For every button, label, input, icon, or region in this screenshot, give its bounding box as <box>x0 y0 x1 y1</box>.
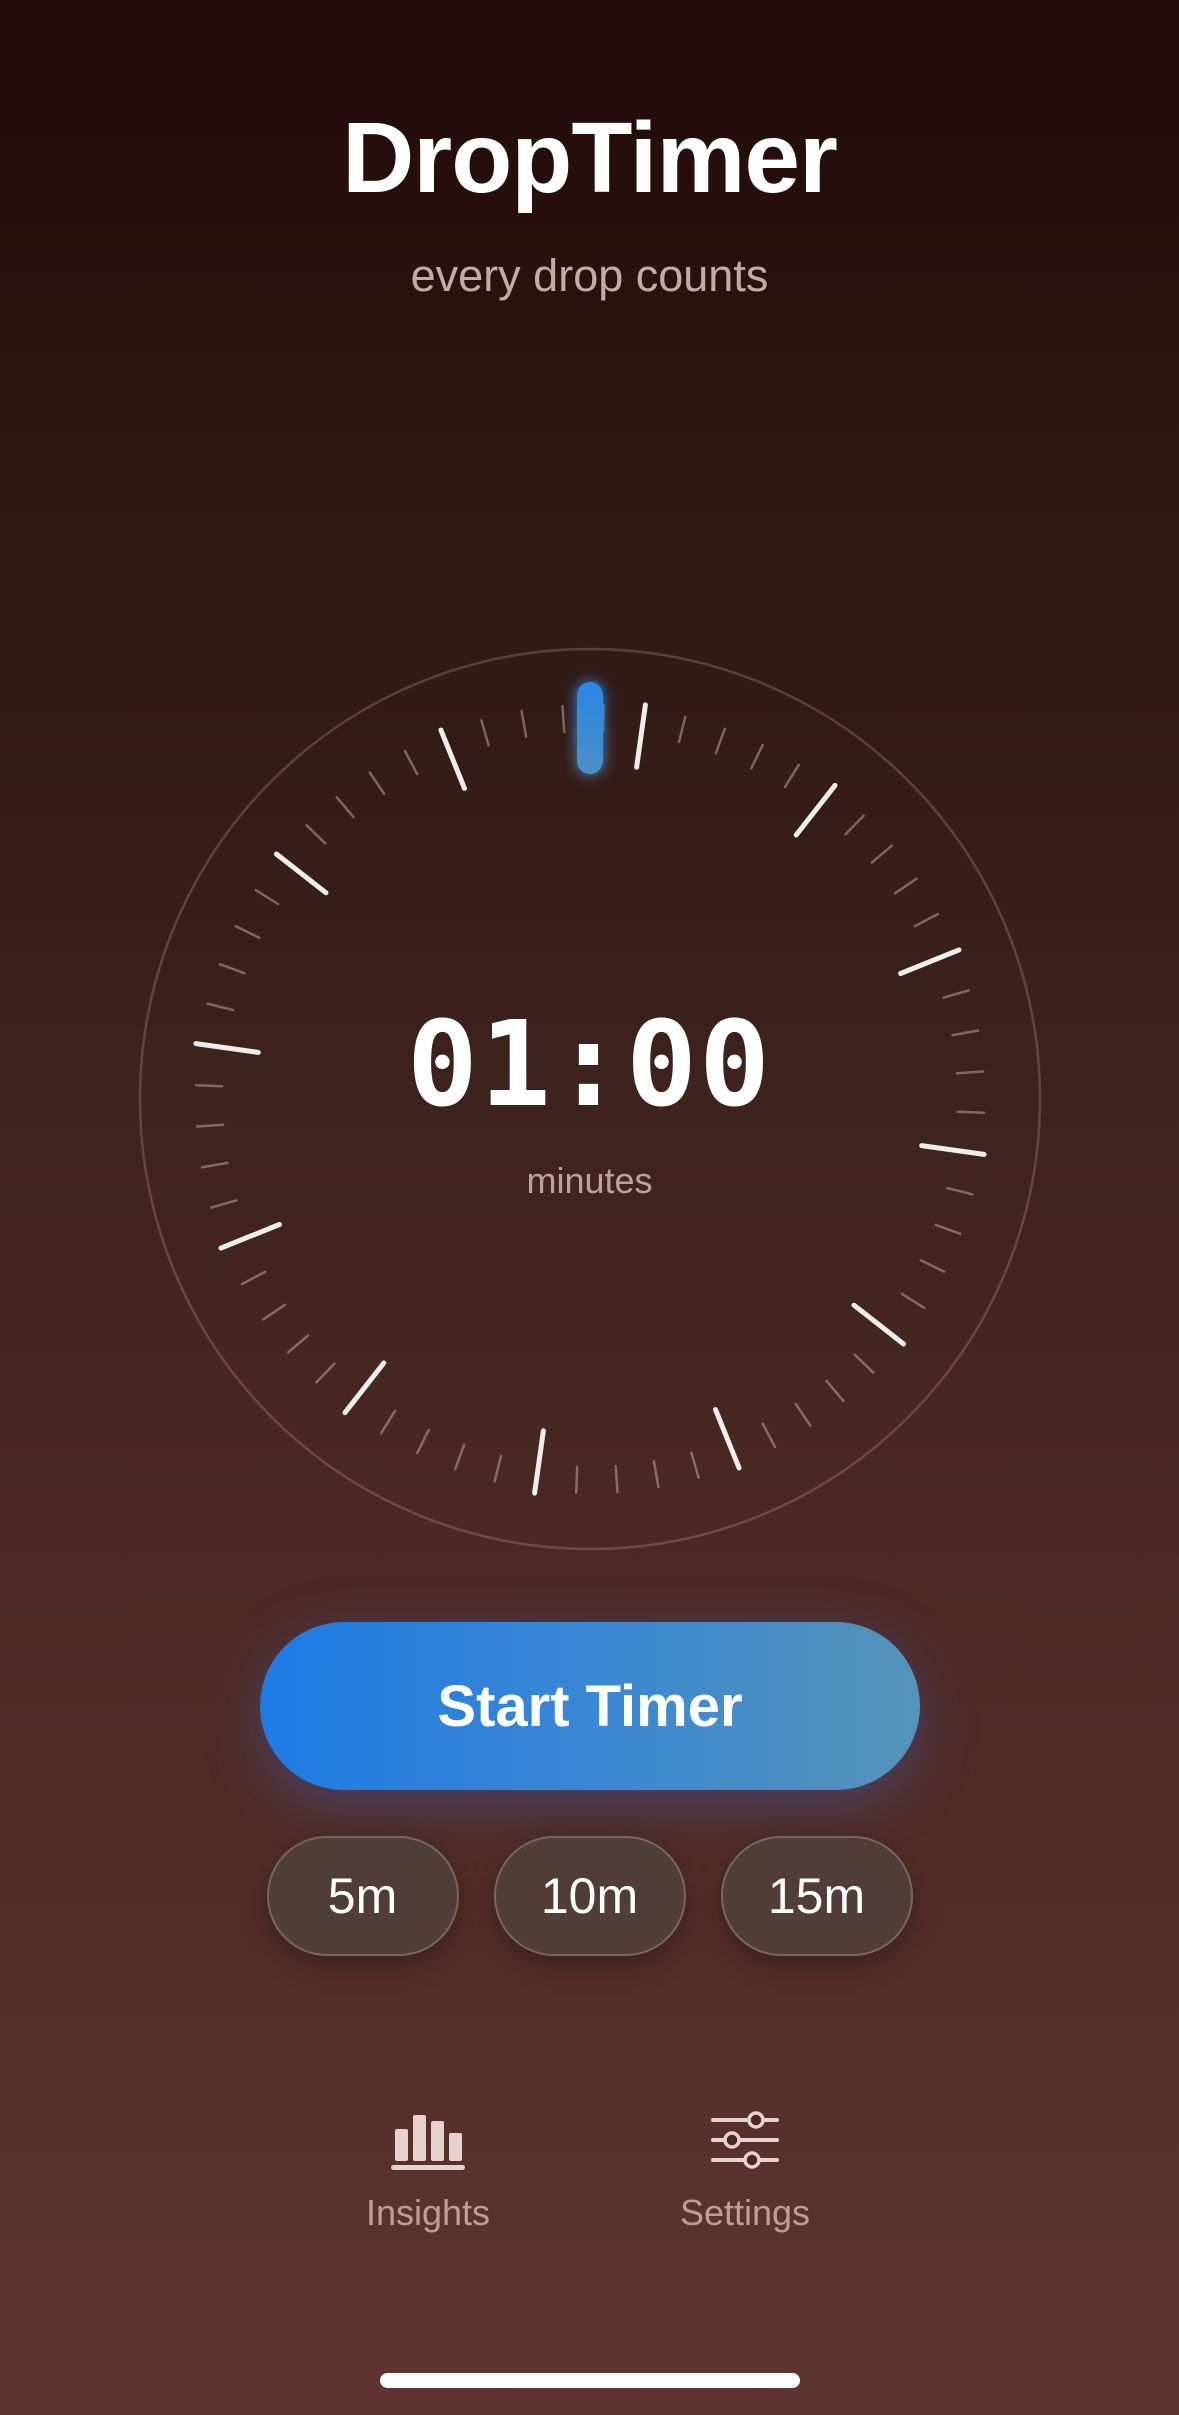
tab-insights[interactable]: Insights <box>318 2110 538 2234</box>
dial-minor-tick <box>480 719 490 747</box>
dial-minor-tick <box>234 925 261 939</box>
dial-minor-tick <box>783 763 801 789</box>
dial-minor-tick <box>761 1422 777 1449</box>
dial-minor-tick <box>614 1464 619 1494</box>
dial-minor-tick <box>240 1270 267 1286</box>
dial-major-tick <box>713 1407 742 1471</box>
dial-major-tick <box>793 782 838 838</box>
bar-chart-icon <box>391 2115 465 2170</box>
dial-major-tick <box>851 1302 907 1347</box>
start-timer-button[interactable]: Start Timer <box>260 1622 920 1790</box>
dial-minor-tick <box>942 989 970 999</box>
dial-major-tick <box>919 1143 987 1157</box>
preset-5m-button[interactable]: 5m <box>266 1836 459 1956</box>
dial-major-tick <box>438 727 467 791</box>
dial-minor-tick <box>561 704 566 734</box>
timer-unit-label: minutes <box>526 1160 653 1201</box>
dial-major-tick <box>273 851 329 896</box>
dial-major-tick <box>634 702 648 770</box>
sliders-icon <box>711 2111 779 2169</box>
dial-minor-tick <box>913 912 940 928</box>
tab-settings-label: Settings <box>679 2192 811 2233</box>
home-indicator <box>380 2373 800 2388</box>
dial-minor-tick <box>368 771 386 796</box>
dial-minor-tick <box>690 1451 700 1479</box>
dial-minor-tick <box>677 715 687 744</box>
dial-minor-tick <box>262 1303 287 1321</box>
preset-10m-button[interactable]: 10m <box>493 1836 686 1956</box>
dial-minor-tick <box>416 1428 430 1455</box>
dial-major-tick <box>342 1360 387 1416</box>
dial-minor-tick <box>574 1465 579 1495</box>
dial-knob[interactable] <box>577 682 603 774</box>
dial-minor-tick <box>919 1259 946 1273</box>
dial-minor-tick <box>870 844 894 864</box>
dial-minor-tick <box>493 1454 503 1483</box>
dial-minor-tick <box>750 743 764 770</box>
dial-major-tick <box>218 1222 282 1251</box>
dial-major-tick <box>532 1428 546 1496</box>
dial-minor-tick <box>520 709 528 738</box>
dial-minor-tick <box>218 962 246 975</box>
preset-row: 5m 10m 15m <box>0 1836 1179 1956</box>
timer-display: 01:00 <box>406 995 773 1133</box>
dial-major-tick <box>898 947 962 976</box>
dial-minor-tick <box>335 795 355 819</box>
dial-minor-tick <box>900 1292 926 1310</box>
dial-minor-tick <box>254 888 280 906</box>
dial-minor-tick <box>286 1334 310 1354</box>
dial-minor-tick <box>934 1223 962 1236</box>
app-title: DropTimer <box>342 102 838 214</box>
tab-insights-label: Insights <box>365 2192 491 2233</box>
dial-minor-tick <box>379 1409 397 1435</box>
dial-minor-tick <box>305 824 327 845</box>
app-subtitle: every drop counts <box>410 250 769 301</box>
dial-minor-tick <box>844 814 865 836</box>
tab-settings[interactable]: Settings <box>635 2110 855 2234</box>
dial-minor-tick <box>794 1402 812 1427</box>
dial-minor-tick <box>893 877 918 895</box>
dial-minor-tick <box>714 727 727 755</box>
dial-minor-tick <box>315 1362 336 1384</box>
dial-minor-tick <box>853 1353 875 1374</box>
dial-minor-tick <box>403 749 419 776</box>
dial-minor-tick <box>652 1460 660 1489</box>
dial-minor-tick <box>825 1379 845 1403</box>
dial-minor-tick <box>453 1443 466 1471</box>
preset-15m-button[interactable]: 15m <box>720 1836 913 1956</box>
